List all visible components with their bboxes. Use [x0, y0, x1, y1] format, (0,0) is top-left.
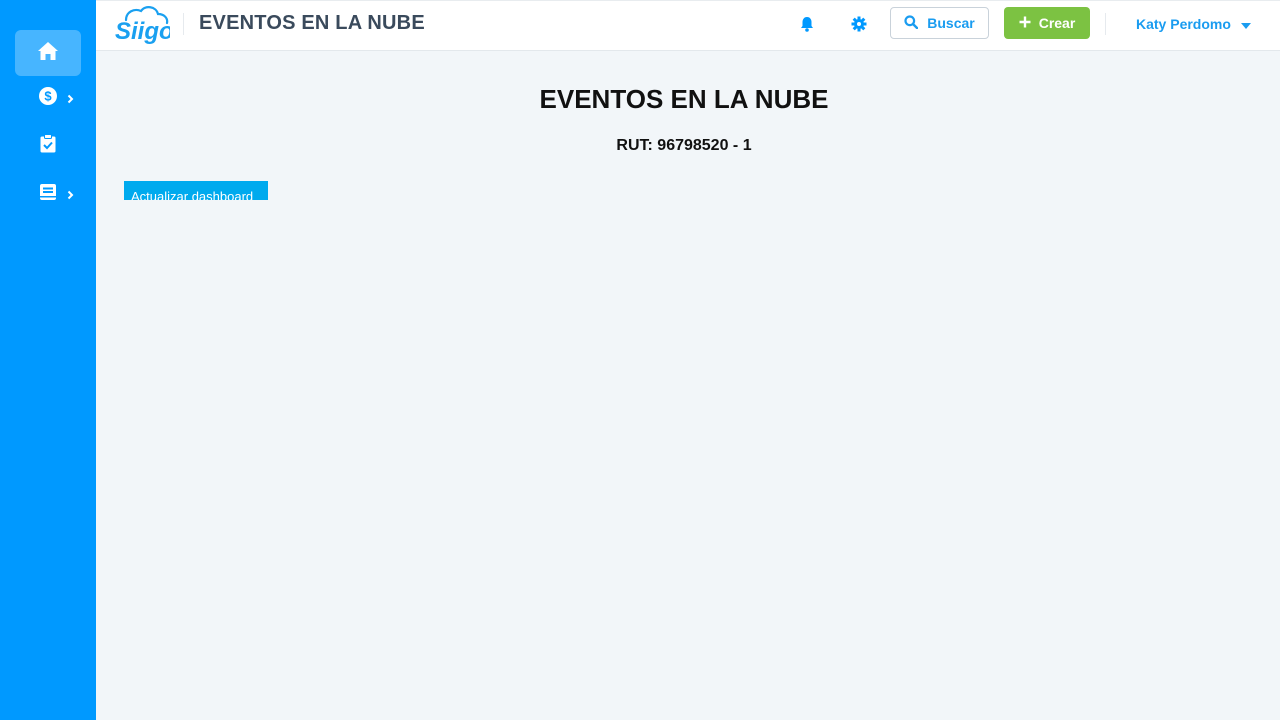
siigo-logo[interactable]: Siigo [114, 6, 174, 45]
top-header: Siigo EVENTOS EN LA NUBE Buscar Crear Ka… [96, 0, 1280, 51]
user-menu[interactable]: Katy Perdomo [1136, 14, 1251, 34]
sidebar: $ [0, 0, 96, 720]
svg-text:Siigo: Siigo [115, 18, 170, 44]
home-icon [37, 41, 59, 66]
search-button[interactable]: Buscar [890, 7, 989, 39]
sidebar-item-finance[interactable]: $ [15, 75, 81, 121]
gear-icon[interactable] [849, 14, 869, 34]
search-icon [904, 14, 919, 32]
header-divider [183, 13, 184, 35]
dollar-circle-icon: $ [39, 86, 57, 110]
sidebar-item-books[interactable] [15, 171, 81, 217]
book-icon [39, 183, 57, 206]
clipboard-check-icon [40, 134, 56, 158]
chevron-right-icon [67, 91, 74, 109]
create-button[interactable]: Crear [1004, 7, 1090, 39]
plus-icon [1019, 15, 1031, 31]
chevron-right-icon [67, 187, 74, 205]
bell-icon[interactable] [797, 14, 817, 34]
caret-down-icon [1240, 16, 1251, 32]
company-title: EVENTOS EN LA NUBE [199, 12, 425, 34]
search-button-label: Buscar [927, 15, 975, 31]
user-name: Katy Perdomo [1136, 16, 1231, 32]
header-divider [1105, 13, 1106, 35]
svg-text:$: $ [44, 88, 52, 103]
create-button-label: Crear [1038, 15, 1076, 31]
sidebar-item-home[interactable] [15, 30, 81, 76]
sidebar-item-tasks[interactable] [15, 123, 81, 169]
company-rut: RUT: 96798520 - 1 [616, 137, 752, 154]
refresh-dashboard-button[interactable]: Actualizar dashboard [124, 181, 268, 200]
page-title: EVENTOS EN LA NUBE [539, 84, 829, 114]
